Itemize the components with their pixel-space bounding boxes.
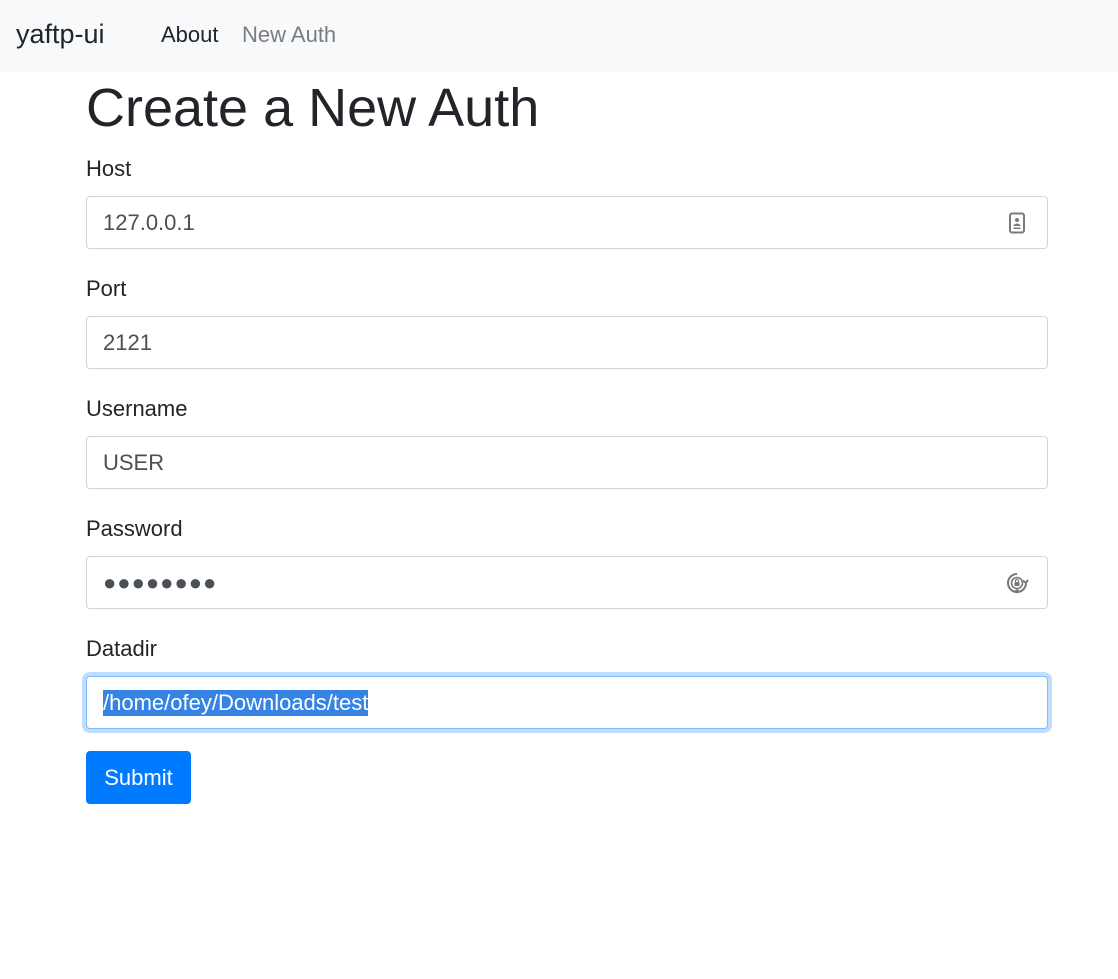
submit-button[interactable]: Submit [86, 751, 191, 804]
contact-card-autofill-icon[interactable] [1005, 211, 1029, 235]
top-navbar: yaftp-ui About New Auth [0, 0, 1118, 72]
datadir-label: Datadir [86, 636, 157, 661]
host-label: Host [86, 156, 132, 181]
port-input[interactable]: 2121 [86, 316, 1048, 369]
host-input[interactable]: 127.0.0.1 [86, 196, 1048, 249]
username-input[interactable]: USER [86, 436, 1048, 489]
port-label: Port [86, 276, 127, 301]
password-input[interactable]: ●●●●●●●● [86, 556, 1048, 609]
page-title: Create a New Auth [86, 78, 540, 138]
password-label: Password [86, 516, 183, 541]
password-key-icon[interactable] [1005, 571, 1029, 595]
datadir-input-value: /home/ofey/Downloads/test [103, 690, 369, 716]
nav-link-about[interactable]: About [161, 22, 219, 48]
datadir-input[interactable]: /home/ofey/Downloads/test [86, 676, 1048, 729]
brand-link[interactable]: yaftp-ui [16, 18, 105, 50]
nav-link-new-auth[interactable]: New Auth [242, 22, 336, 48]
port-input-value: 2121 [103, 330, 152, 355]
password-input-value: ●●●●●●●● [103, 570, 218, 595]
host-input-value: 127.0.0.1 [103, 210, 195, 235]
username-input-value: USER [103, 450, 165, 475]
username-label: Username [86, 396, 188, 421]
